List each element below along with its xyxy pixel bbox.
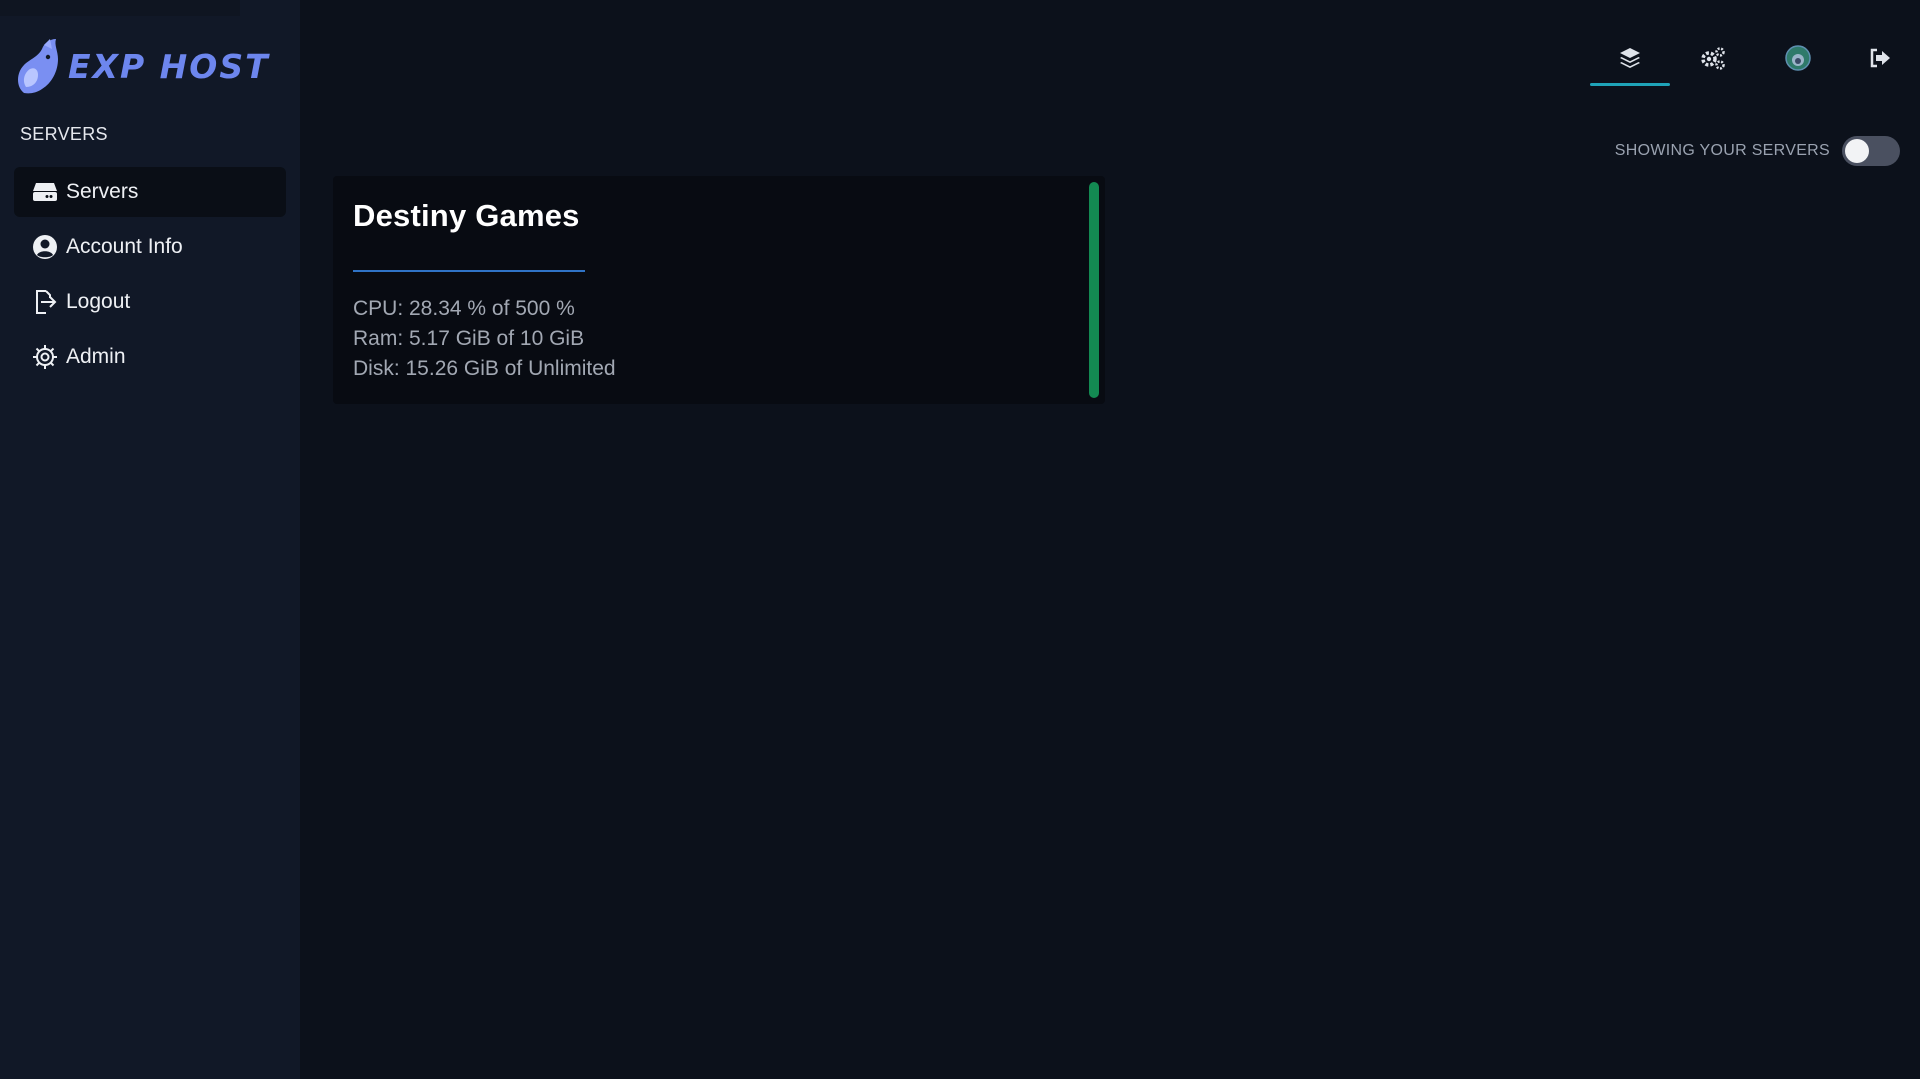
top-nav-account-button[interactable] (1758, 30, 1838, 86)
sidebar-section-title: SERVERS (20, 124, 108, 144)
top-nav-logout-button[interactable] (1840, 30, 1920, 86)
toggle-knob (1845, 139, 1869, 163)
show-all-servers-toggle[interactable] (1842, 136, 1900, 166)
disk-usage: Disk: 15.26 GiB of Unlimited (353, 357, 616, 380)
sidebar-item-account-info[interactable]: Account Info (14, 222, 286, 272)
sidebar-top-strip (0, 0, 240, 16)
avatar-icon (1785, 45, 1811, 71)
brand-logo[interactable]: EXP HOST (14, 36, 270, 96)
ram-usage: Ram: 5.17 GiB of 10 GiB (353, 327, 585, 350)
top-nav-settings-button[interactable] (1673, 30, 1753, 86)
user-circle-icon (32, 234, 58, 260)
sidebar-item-label: Admin (66, 345, 126, 368)
sidebar-item-label: Logout (66, 290, 131, 313)
cpu-usage: CPU: 28.34 % of 500 % (353, 297, 575, 320)
server-status-indicator (1089, 182, 1099, 398)
logout-icon (32, 289, 58, 315)
server-stats: CPU: 28.34 % of 500 % Ram: 5.17 GiB of 1… (353, 294, 616, 384)
sidebar-item-label: Servers (66, 180, 139, 203)
gear-icon (32, 344, 58, 370)
app-root: EXP HOST SERVERS Servers Account Info Lo… (0, 0, 1920, 1079)
cogs-icon (1701, 47, 1725, 70)
fox-logo-icon (18, 39, 58, 94)
server-name: Destiny Games (353, 198, 580, 233)
server-card[interactable]: Destiny Games CPU: 28.34 % of 500 % Ram:… (333, 176, 1105, 404)
brand-name: EXP HOST (68, 46, 270, 86)
sidebar-item-servers[interactable]: Servers (14, 167, 286, 217)
top-nav-servers-button[interactable] (1590, 30, 1670, 86)
sidebar-item-logout[interactable]: Logout (14, 277, 286, 327)
sidebar-item-label: Account Info (66, 235, 183, 258)
layers-icon (1620, 48, 1640, 68)
card-divider (353, 270, 585, 272)
sign-out-icon (1870, 48, 1890, 68)
toggle-label: SHOWING YOUR SERVERS (1614, 142, 1830, 159)
sidebar: EXP HOST SERVERS Servers Account Info Lo… (0, 0, 300, 1079)
sidebar-item-admin[interactable]: Admin (14, 332, 286, 382)
server-icon (32, 179, 58, 205)
server-filter-toggle-row: SHOWING YOUR SERVERS (1615, 136, 1900, 166)
sidebar-nav: Servers Account Info Logout Admin (14, 167, 286, 387)
